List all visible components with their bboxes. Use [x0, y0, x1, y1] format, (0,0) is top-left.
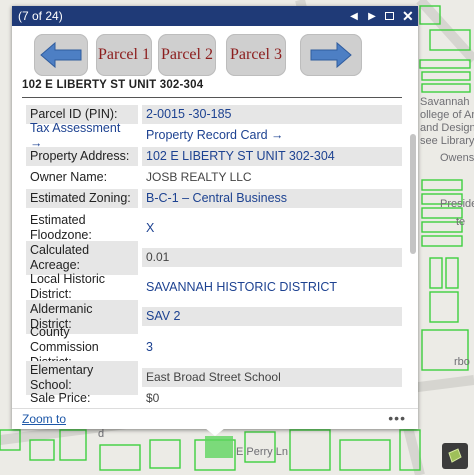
prev-parcel-button[interactable]: [34, 34, 88, 76]
value-elementary-school: East Broad Street School: [142, 368, 402, 387]
basemap-gallery-button[interactable]: [442, 443, 468, 469]
map-label-te: te: [456, 216, 466, 228]
arrow-left-icon: [40, 41, 82, 69]
value-sale-price: $0: [146, 391, 160, 405]
map-label-preside: Preside: [440, 198, 474, 210]
value-parcel-id: 2-0015 -30-185: [142, 105, 402, 124]
row-elementary-school: Elementary School: East Broad Street Sch…: [26, 360, 402, 395]
arrow-right-icon: [310, 41, 352, 69]
close-icon[interactable]: ✕: [402, 8, 414, 25]
label-sale-price: Sale Price:: [30, 391, 91, 405]
next-feature-icon[interactable]: ▶: [367, 11, 377, 22]
parcel-nav-row: Parcel 1 Parcel 2 Parcel 3: [30, 34, 400, 78]
value-acreage: 0.01: [142, 248, 402, 267]
popup-counter: (7 of 24): [18, 9, 63, 23]
row-property-address: Property Address: 102 E LIBERTY ST UNIT …: [26, 146, 402, 167]
value-owner-name: JOSB REALTY LLC: [146, 170, 252, 184]
scrollbar-thumb[interactable]: [410, 134, 416, 254]
value-zoning: B-C-1 – Central Business: [142, 189, 402, 208]
property-record-card-link[interactable]: Property Record Card →: [142, 126, 402, 145]
prev-feature-icon[interactable]: ◀: [349, 11, 359, 22]
zoom-to-link[interactable]: Zoom to: [22, 412, 66, 426]
heading-divider: [22, 97, 402, 98]
label-owner-name: Owner Name:: [30, 170, 108, 184]
value-historic-district: SAVANNAH HISTORIC DISTRICT: [146, 279, 337, 294]
label-property-address: Property Address:: [26, 147, 138, 166]
maximize-icon[interactable]: [385, 12, 394, 20]
value-floodzone: X: [146, 220, 155, 235]
map-label-owens: Owens: [440, 152, 474, 164]
row-owner-name: Owner Name: JOSB REALTY LLC: [26, 167, 402, 188]
parcel-1-button[interactable]: Parcel 1: [96, 34, 152, 76]
popup-titlebar: (7 of 24) ◀ ▶ ✕: [12, 6, 418, 26]
map-label-savannah-college: Savannah ollege of Art and Design see Li…: [420, 96, 474, 147]
popup-footer: Zoom to •••: [12, 408, 418, 429]
row-acreage: Calculated Acreage: 0.01: [26, 240, 402, 275]
map-label-rbo: rbo: [454, 356, 470, 368]
value-aldermanic-district: SAV 2: [142, 307, 402, 326]
value-county-commission: 3: [146, 339, 153, 354]
row-sale-price: Sale Price: $0: [26, 388, 402, 409]
parcel-3-button[interactable]: Parcel 3: [226, 34, 286, 76]
parcel-2-button[interactable]: Parcel 2: [158, 34, 216, 76]
row-zoning: Estimated Zoning: B-C-1 – Central Busine…: [26, 188, 402, 209]
more-actions-icon[interactable]: •••: [388, 410, 406, 426]
parcel-popup: (7 of 24) ◀ ▶ ✕ Parcel 1 Parcel 2 Parcel…: [12, 6, 418, 429]
address-heading: 102 E LIBERTY ST UNIT 302-304: [22, 79, 204, 91]
popup-scrollbar[interactable]: [410, 104, 416, 409]
map-label-e-perry: E Perry Ln: [236, 446, 288, 458]
next-parcel-button[interactable]: [300, 34, 362, 76]
value-property-address: 102 E LIBERTY ST UNIT 302-304: [142, 147, 402, 166]
row-tax-assessment: Tax Assessment → Property Record Card →: [26, 121, 402, 150]
popup-pointer: [205, 428, 225, 436]
attribute-table[interactable]: Parcel ID (PIN): 2-0015 -30-185 Tax Asse…: [26, 104, 402, 409]
map-label-d: d: [98, 428, 105, 440]
layers-icon: [448, 448, 462, 463]
label-zoning: Estimated Zoning:: [26, 189, 138, 208]
